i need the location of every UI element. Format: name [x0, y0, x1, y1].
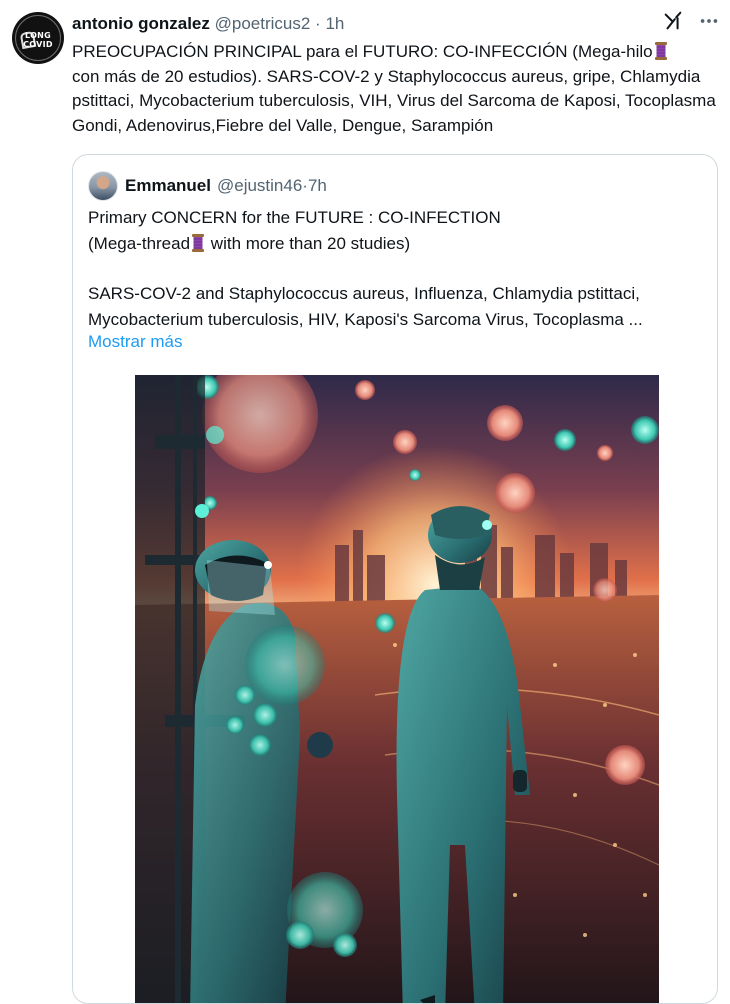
quoted-text-line4: Mycobacterium tuberculosis, HIV, Kaposi'… [88, 309, 643, 329]
quoted-author-name[interactable]: Emmanuel [125, 176, 211, 196]
quoted-tweet-text: Primary CONCERN for the FUTURE : CO-INFE… [88, 205, 698, 332]
tweet-text-part1: PREOCUPACIÓN PRINCIPAL para el FUTURO: C… [72, 42, 653, 61]
quoted-text-line2-part2: with more than 20 studies) [206, 233, 411, 253]
quoted-tweet-card[interactable]: Emmanuel @ejustin46 · 7h Primary CONCERN… [72, 154, 718, 1004]
quoted-text-line1: Primary CONCERN for the FUTURE : CO-INFE… [88, 208, 501, 227]
thread-spool-icon [192, 233, 205, 252]
quoted-author-avatar[interactable] [88, 171, 118, 201]
show-more-link[interactable]: Mostrar más [88, 332, 182, 352]
ribbon-icon [19, 30, 37, 50]
quoted-text-line2-part1: (Mega-thread [88, 233, 191, 253]
tweet-text: PREOCUPACIÓN PRINCIPAL para el FUTURO: C… [72, 40, 720, 138]
tweet-actions-top [662, 10, 720, 32]
tweet-header: antonio gonzalez @poetricus2 · 1h [72, 13, 670, 35]
tweet-text-part2: con más de 20 estudios). SARS-COV-2 y St… [72, 66, 716, 135]
quoted-author-handle[interactable]: @ejustin46 [217, 176, 302, 196]
author-avatar[interactable]: LONG COVID [12, 12, 64, 64]
header-separator: · [310, 14, 326, 33]
more-icon[interactable] [698, 10, 720, 32]
grok-icon[interactable] [662, 10, 684, 32]
thread-spool-icon [654, 42, 667, 60]
author-handle[interactable]: @poetricus2 [215, 14, 311, 33]
quoted-text-line3: SARS-COV-2 and Staphylococcus aureus, In… [88, 284, 640, 303]
quoted-tweet-timestamp[interactable]: 7h [308, 176, 327, 196]
tweet-timestamp[interactable]: 1h [325, 14, 344, 33]
quoted-text-spacer [88, 256, 698, 281]
illustration-scientists-city [135, 375, 659, 1003]
quoted-tweet-header: Emmanuel @ejustin46 · 7h [88, 171, 327, 201]
quoted-text-line2: (Mega-thread with more than 20 studies) [88, 231, 698, 257]
quoted-tweet-image[interactable] [135, 375, 659, 1003]
author-name[interactable]: antonio gonzalez [72, 14, 210, 33]
